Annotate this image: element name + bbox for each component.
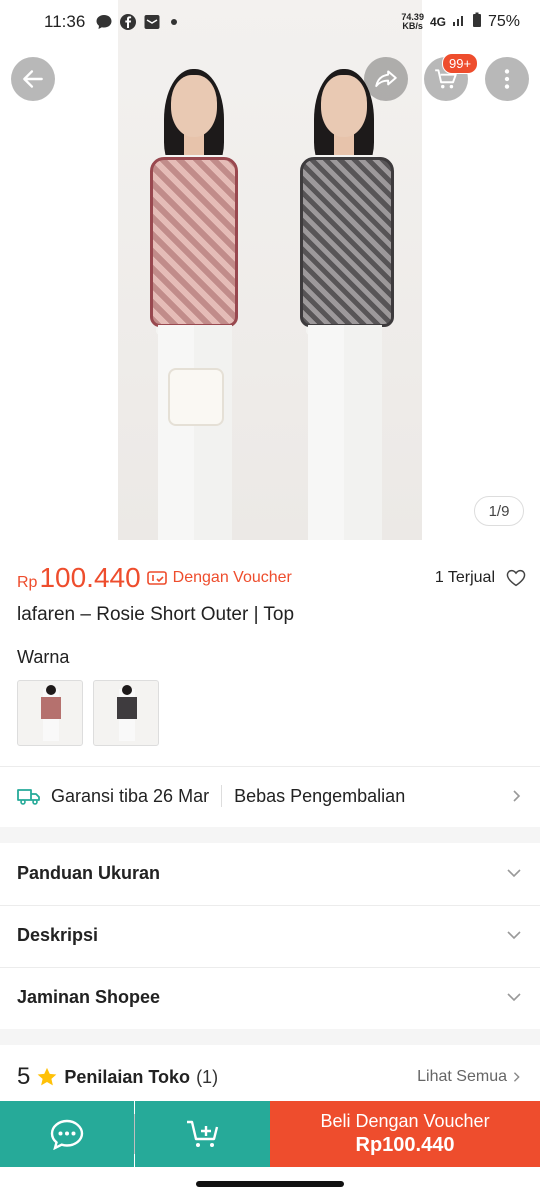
network-type: 4G: [429, 15, 446, 29]
description-section[interactable]: Deskripsi: [0, 905, 540, 965]
chevron-down-icon: [507, 869, 521, 878]
chevron-right-icon: [513, 790, 521, 802]
status-bar: 11:36 74.39 KB/s 4G 75%: [0, 0, 540, 44]
rating-count: (1): [196, 1066, 219, 1087]
sold-count: 1 Terjual: [434, 569, 495, 586]
buy-with-voucher-button[interactable]: Beli Dengan Voucher Rp100.440: [270, 1101, 540, 1167]
signal-icon: [452, 12, 466, 33]
more-vertical-icon: [504, 69, 510, 89]
chevron-down-icon: [507, 993, 521, 1002]
rating-label: Penilaian Toko: [64, 1066, 191, 1087]
network-speed: 74.39 KB/s: [401, 13, 424, 31]
voucher-tag[interactable]: Dengan Voucher: [146, 569, 292, 587]
size-guide-section[interactable]: Panduan Ukuran: [0, 843, 540, 903]
shop-rating-row[interactable]: 5 Penilaian Toko (1) Lihat Semua: [0, 1055, 540, 1099]
voucher-icon: [146, 571, 167, 585]
see-all-label: Lihat Semua: [417, 1068, 507, 1085]
star-icon: [38, 1067, 57, 1086]
price-currency: Rp: [17, 574, 38, 591]
heart-icon[interactable]: [505, 567, 527, 589]
variant-swatch-2[interactable]: [93, 680, 159, 746]
section-gap: [0, 827, 540, 843]
chevron-right-icon: [513, 1072, 520, 1082]
battery-level: 75%: [487, 13, 520, 30]
truck-icon: [17, 789, 40, 805]
status-time: 11:36: [44, 12, 86, 31]
delivery-guarantee: Garansi tiba 26 Mar: [51, 785, 210, 806]
add-to-cart-icon: [186, 1120, 218, 1147]
free-returns: Bebas Pengembalian: [234, 785, 406, 806]
price-row: Rp 100.440 Dengan Voucher 1 Terjual: [17, 558, 527, 598]
home-gesture-handle[interactable]: [196, 1181, 344, 1187]
see-all-link[interactable]: Lihat Semua: [417, 1068, 523, 1086]
cart-button[interactable]: 99+: [424, 53, 479, 101]
more-options-button[interactable]: [485, 57, 529, 101]
chat-button[interactable]: [0, 1101, 134, 1167]
shopee-guarantee-section[interactable]: Jaminan Shopee: [0, 967, 540, 1027]
mail-app-icon: [143, 13, 161, 31]
system-nav-bar: [0, 1167, 540, 1200]
speed-unit: KB/s: [402, 21, 423, 31]
rating-score: 5: [17, 1063, 31, 1090]
guarantee-label: Jaminan Shopee: [17, 986, 161, 1007]
buy-price: Rp100.440: [355, 1134, 455, 1156]
add-to-cart-button[interactable]: [135, 1101, 270, 1167]
arrow-left-icon: [23, 70, 43, 88]
price-amount: 100.440: [39, 562, 141, 593]
product-price: Rp 100.440: [17, 562, 141, 594]
description-label: Deskripsi: [17, 924, 99, 945]
battery-icon: [472, 12, 482, 33]
chat-icon: [50, 1119, 84, 1150]
variant-swatch-1[interactable]: [17, 680, 83, 746]
model-right: [288, 69, 398, 540]
notification-dot-icon: [171, 19, 178, 25]
model-left: [138, 69, 248, 540]
image-counter: 1/9: [474, 496, 524, 526]
back-button[interactable]: [11, 57, 55, 101]
share-icon: [375, 70, 397, 88]
product-image-carousel[interactable]: 99+ 1/9: [0, 0, 540, 540]
size-guide-label: Panduan Ukuran: [17, 862, 161, 883]
cart-count-badge: 99+: [442, 53, 479, 74]
chevron-down-icon: [507, 931, 521, 940]
voucher-label: Dengan Voucher: [172, 569, 292, 586]
product-title: lafaren – Rosie Short Outer | Top: [17, 604, 295, 625]
section-gap: [0, 1029, 540, 1045]
variant-label: Warna: [17, 647, 70, 667]
facebook-icon: [119, 13, 137, 31]
share-button[interactable]: [364, 57, 408, 101]
bottom-action-bar: Beli Dengan Voucher Rp100.440: [0, 1101, 540, 1167]
shipping-row[interactable]: Garansi tiba 26 Mar Bebas Pengembalian: [0, 767, 540, 825]
separator: [221, 785, 223, 807]
handbag: [168, 368, 224, 426]
message-icon: [95, 13, 113, 31]
buy-label: Beli Dengan Voucher: [320, 1111, 490, 1131]
